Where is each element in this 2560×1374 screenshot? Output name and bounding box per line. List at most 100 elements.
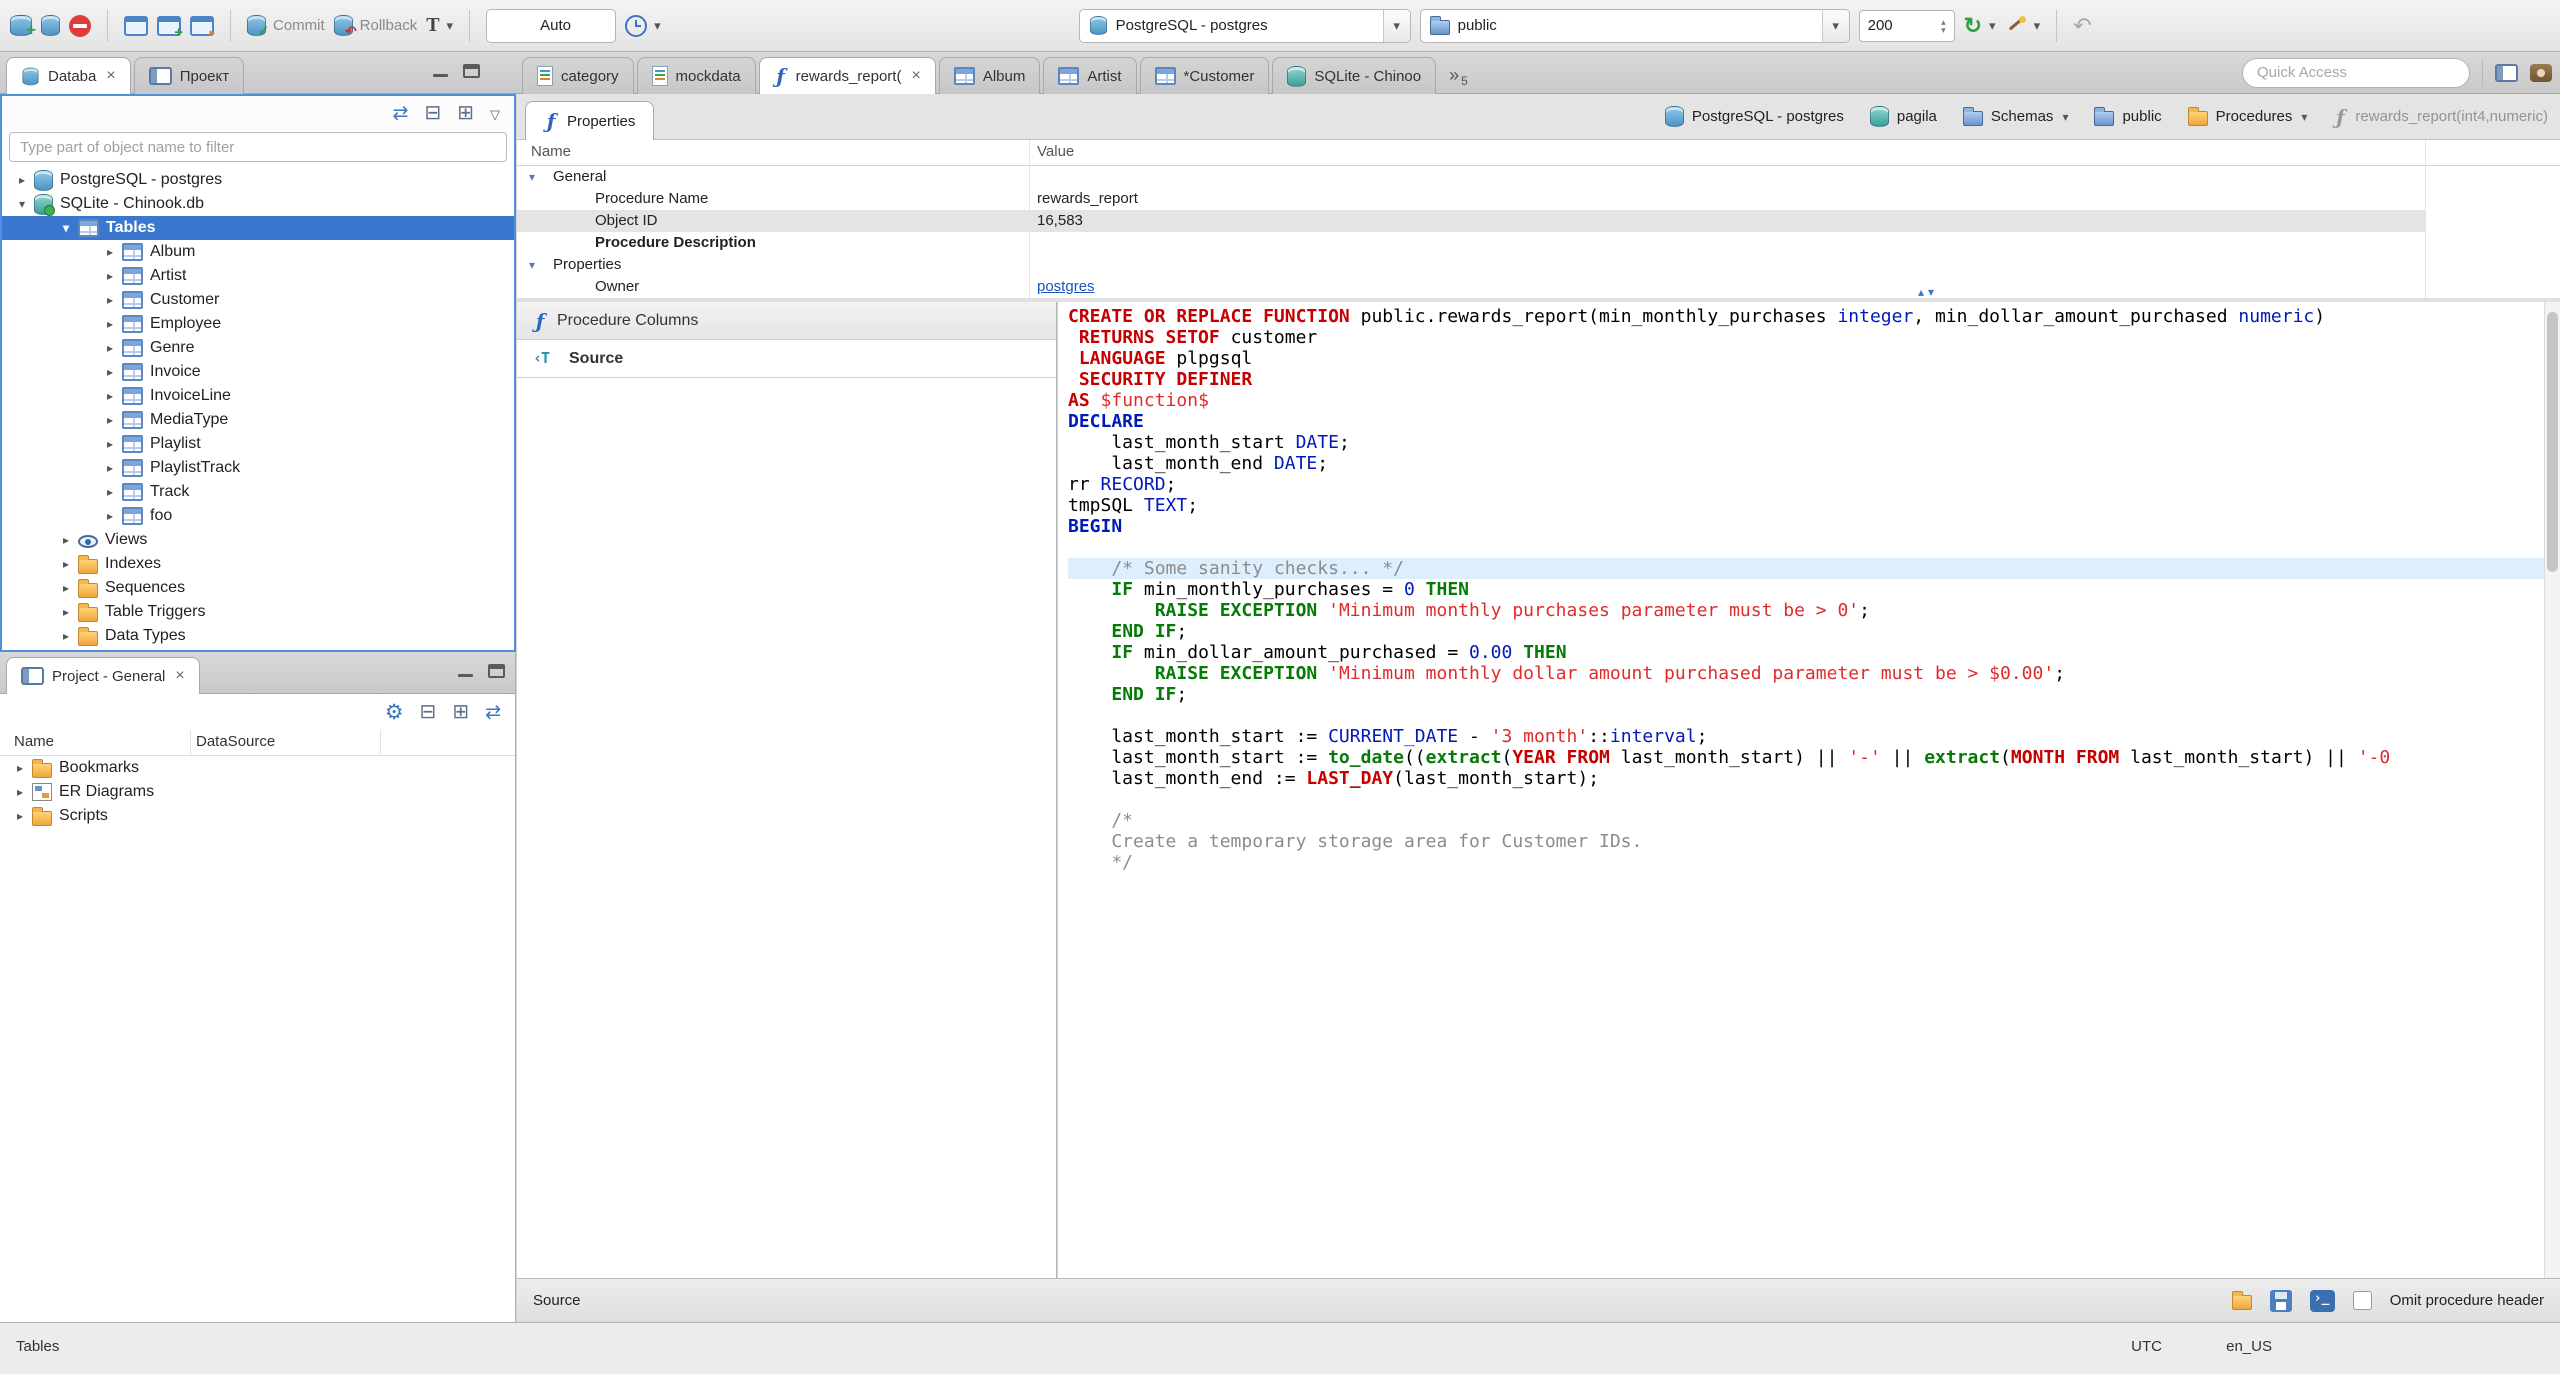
breadcrumb-item-public[interactable]: public bbox=[2094, 107, 2162, 126]
tab-database-navigator[interactable]: Databa bbox=[6, 57, 131, 94]
editor-tab-rewards-report[interactable]: rewards_report( bbox=[758, 57, 936, 94]
editor-tab-mockdata[interactable]: mockdata bbox=[636, 57, 756, 94]
expander-icon[interactable]: ▸ bbox=[8, 809, 32, 823]
code-line[interactable]: */ bbox=[1068, 852, 2544, 873]
code-line[interactable]: last_month_end DATE; bbox=[1068, 453, 2544, 474]
code-line[interactable]: BEGIN bbox=[1068, 516, 2544, 537]
disconnect-icon[interactable] bbox=[69, 14, 91, 37]
close-icon[interactable] bbox=[175, 667, 184, 685]
dbeaver-perspective-icon[interactable] bbox=[2530, 63, 2552, 82]
tree-item-mediatype[interactable]: ▸ MediaType bbox=[2, 408, 514, 432]
expander-icon[interactable]: ▸ bbox=[98, 293, 122, 307]
project-item-bookmarks[interactable]: ▸ Bookmarks bbox=[0, 756, 515, 780]
chevron-down-icon[interactable] bbox=[2300, 108, 2307, 125]
code-line[interactable]: tmpSQL TEXT; bbox=[1068, 495, 2544, 516]
tree-item-views[interactable]: ▸ Views bbox=[2, 528, 514, 552]
source-code-viewer[interactable]: CREATE OR REPLACE FUNCTION public.reward… bbox=[1058, 302, 2544, 1278]
tree-item-customer[interactable]: ▸ Customer bbox=[2, 288, 514, 312]
expander-icon[interactable]: ▸ bbox=[98, 389, 122, 403]
status-timezone[interactable]: UTC bbox=[2131, 1338, 2162, 1355]
tree-item-album[interactable]: ▸ Album bbox=[2, 240, 514, 264]
expander-icon[interactable]: ▸ bbox=[8, 785, 32, 799]
chevron-down-icon[interactable] bbox=[1382, 9, 1410, 42]
code-line[interactable]: /* bbox=[1068, 810, 2544, 831]
tree-item-sequences[interactable]: ▸ Sequences bbox=[2, 576, 514, 600]
maximize-icon[interactable] bbox=[463, 64, 480, 78]
editor-tab-album[interactable]: Album bbox=[938, 57, 1041, 94]
new-connection-icon[interactable] bbox=[10, 15, 36, 40]
editor-tab-sqlite-chinoo[interactable]: SQLite - Chinoo bbox=[1272, 57, 1437, 94]
recent-sql-editor-icon[interactable] bbox=[190, 15, 215, 39]
tree-item-foo[interactable]: ▸ foo bbox=[2, 504, 514, 528]
collapse-all-icon[interactable] bbox=[424, 103, 441, 123]
project-item-scripts[interactable]: ▸ Scripts bbox=[0, 804, 515, 828]
minimize-icon[interactable] bbox=[432, 64, 449, 78]
expander-icon[interactable]: ▸ bbox=[98, 269, 122, 283]
expander-icon[interactable]: ▸ bbox=[98, 509, 122, 523]
tree-item-indexes[interactable]: ▸ Indexes bbox=[2, 552, 514, 576]
code-line[interactable]: IF min_dollar_amount_purchased = 0.00 TH… bbox=[1068, 642, 2544, 663]
subtab-source[interactable]: Source bbox=[517, 340, 1056, 378]
commit-mode-combo[interactable]: Auto bbox=[486, 8, 617, 43]
database-combo[interactable]: PostgreSQL - postgres bbox=[1078, 8, 1411, 43]
maximize-icon[interactable] bbox=[488, 664, 505, 678]
link-with-editor-icon[interactable] bbox=[485, 702, 501, 722]
omit-procedure-header-checkbox[interactable] bbox=[2352, 1291, 2372, 1310]
code-line[interactable]: RETURNS SETOF customer bbox=[1068, 327, 2544, 348]
tree-item-invoiceline[interactable]: ▸ InvoiceLine bbox=[2, 384, 514, 408]
code-line[interactable]: last_month_start DATE; bbox=[1068, 432, 2544, 453]
scrollbar[interactable] bbox=[2544, 302, 2560, 1278]
terminal-icon[interactable] bbox=[2309, 1289, 2335, 1312]
breadcrumb-item-schemas[interactable]: Schemas bbox=[1962, 107, 2069, 126]
property-row-object-id[interactable]: Object ID 16,583 bbox=[517, 210, 2560, 232]
code-line[interactable]: CREATE OR REPLACE FUNCTION public.reward… bbox=[1068, 306, 2544, 327]
expander-icon[interactable]: ▸ bbox=[54, 557, 78, 571]
code-line[interactable] bbox=[1068, 789, 2544, 810]
code-line[interactable]: LANGUAGE plpgsql bbox=[1068, 348, 2544, 369]
commit-button[interactable]: Commit bbox=[247, 15, 325, 39]
property-row-owner[interactable]: Owner postgres bbox=[517, 276, 2560, 298]
breadcrumb-item-procedures[interactable]: Procedures bbox=[2187, 107, 2308, 126]
stepper-arrows-icon[interactable] bbox=[1941, 18, 1946, 34]
expand-all-icon[interactable] bbox=[452, 702, 469, 722]
property-value-link[interactable]: postgres bbox=[1037, 276, 1095, 298]
code-line[interactable]: AS $function$ bbox=[1068, 390, 2544, 411]
open-perspective-icon[interactable] bbox=[2495, 63, 2518, 82]
code-line[interactable]: SECURITY DEFINER bbox=[1068, 369, 2544, 390]
code-line[interactable]: last_month_end := LAST_DAY(last_month_st… bbox=[1068, 768, 2544, 789]
project-item-er-diagrams[interactable]: ▸ ER Diagrams bbox=[0, 780, 515, 804]
expander-icon[interactable]: ▸ bbox=[54, 629, 78, 643]
code-line[interactable]: last_month_start := CURRENT_DATE - '3 mo… bbox=[1068, 726, 2544, 747]
fetch-size-stepper[interactable] bbox=[1858, 9, 1955, 42]
view-menu-icon[interactable] bbox=[490, 103, 500, 123]
collapse-all-icon[interactable] bbox=[420, 702, 437, 722]
new-sql-editor-icon[interactable] bbox=[157, 15, 183, 41]
property-row-procedure-description[interactable]: Procedure Description bbox=[517, 232, 2560, 254]
tree-item-invoice[interactable]: ▸ Invoice bbox=[2, 360, 514, 384]
code-line[interactable]: /* Some sanity checks... */ bbox=[1068, 558, 2544, 579]
chevron-down-icon[interactable] bbox=[2061, 108, 2068, 125]
transaction-mode-button[interactable] bbox=[426, 14, 453, 37]
code-line[interactable]: END IF; bbox=[1068, 684, 2544, 705]
expand-all-icon[interactable] bbox=[457, 103, 474, 123]
expander-icon[interactable]: ▸ bbox=[54, 605, 78, 619]
refresh-button[interactable] bbox=[1964, 15, 1996, 37]
fetch-size-input[interactable] bbox=[1867, 17, 1924, 34]
code-line[interactable]: END IF; bbox=[1068, 621, 2544, 642]
expander-icon[interactable]: ▾ bbox=[529, 166, 535, 188]
tab-projects[interactable]: Проект bbox=[133, 57, 245, 94]
close-icon[interactable] bbox=[106, 67, 115, 85]
expander-icon[interactable]: ▸ bbox=[98, 341, 122, 355]
sash-collapse-control[interactable] bbox=[1918, 286, 1934, 298]
property-row-general[interactable]: ▾ General bbox=[517, 166, 2560, 188]
wand-button[interactable] bbox=[2005, 15, 2041, 37]
tree-item-employee[interactable]: ▸ Employee bbox=[2, 312, 514, 336]
editor-tab-category[interactable]: category bbox=[522, 57, 634, 94]
expander-icon[interactable]: ▸ bbox=[98, 437, 122, 451]
expander-icon[interactable]: ▸ bbox=[98, 413, 122, 427]
quick-access-input[interactable] bbox=[2242, 57, 2470, 88]
tree-item-track[interactable]: ▸ Track bbox=[2, 480, 514, 504]
expander-icon[interactable]: ▸ bbox=[54, 581, 78, 595]
tree-item-sqlite-chinook-db[interactable]: ▾ SQLite - Chinook.db bbox=[2, 192, 514, 216]
expander-icon[interactable]: ▸ bbox=[98, 245, 122, 259]
